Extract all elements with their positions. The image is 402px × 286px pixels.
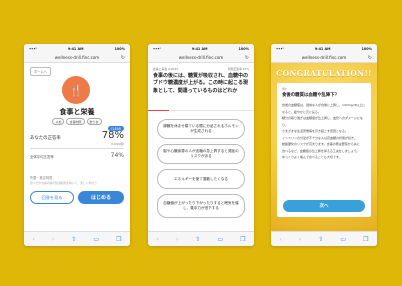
bookmarks-icon[interactable]: ▭ [93,236,99,243]
battery-label: 100% [361,46,372,51]
signal-icon: •••ᐤ [29,46,37,51]
reload-icon[interactable]: ↻ [368,55,372,61]
battery-label: 100% [114,46,125,51]
url-text: wellness-drill.finc.com [178,55,224,60]
status-time: 9:41 AM [314,46,331,51]
note-text: 食べ方や食事内容の知識問題を解いて、楽しく学ぼう [30,181,97,185]
quiz-title: 食事と栄養 [59,108,95,116]
explanation-body: 食後の血糖値は、健常な人が食後に上昇し、140mg/dl以上になると、緩やかに元… [282,102,366,161]
page-content: CONGRATULATION!! 問4 食後の糖質は血糖や乱降下？ 食後の血糖値… [271,63,377,231]
score-label: あなたの正答率 [30,136,61,141]
next-button[interactable]: 次へ [283,200,365,212]
battery-label: 100% [238,46,249,51]
bookmarks-icon[interactable]: ▭ [340,236,346,243]
back-icon[interactable]: ‹ [280,236,282,243]
score-subtext: (10/10問) [110,142,124,146]
tag-pill[interactable]: 飲り食 [86,118,102,125]
back-icon[interactable]: ‹ [157,236,159,243]
address-bar[interactable]: wellness-drill.finc.com ↻ [24,53,130,63]
address-bar[interactable]: wellness-drill.finc.com ↻ [271,53,377,63]
status-bar: •••ᐤ 9:41 AM 100% [148,44,254,53]
reload-icon[interactable]: ↻ [121,55,125,61]
average-value: 74% [110,152,124,159]
answer-option[interactable]: 血糖値が上がったり下がったりすると眠気を催し、集中力が低下する [157,194,245,218]
status-bar: •••ᐤ 9:41 AM 100% [271,44,377,53]
question-text: 食事の後には、糖質が吸収され、血糖中のブドウ糖濃度が上がる。この時に起こる現象と… [153,73,249,94]
tabs-icon[interactable]: ❐ [240,236,245,243]
phone-screen-question: •••ᐤ 9:41 AM 100% wellness-drill.finc.co… [148,44,254,246]
view-answers-button[interactable]: 回答を見る [30,191,74,204]
score-value: 78% [101,130,124,141]
question-meta: 問題正答率 67% [227,67,249,71]
browser-toolbar: ‹ › ⇧ ▭ ❐ [271,231,377,246]
share-icon[interactable]: ⇧ [195,236,200,243]
explanation-line: 糖分の取り過ぎは血糖値が急上昇し、血管へのダメージになり、 [282,116,363,127]
url-text: wellness-drill.finc.com [54,55,100,60]
share-icon[interactable]: ⇧ [318,236,323,243]
explanation-card: 問4 食後の糖質は血糖や乱降下？ 食後の血糖値は、健常な人が食後に上昇し、140… [277,83,371,217]
url-text: wellness-drill.finc.com [301,55,347,60]
back-icon[interactable]: ‹ [33,236,35,243]
signal-icon: •••ᐤ [153,46,161,51]
congratulation-banner: CONGRATULATION!! [276,69,372,78]
explanation-question: 食後の糖質は血糖や乱降下？ [282,93,340,98]
status-bar: •••ᐤ 9:41 AM 100% [24,44,130,53]
home-link[interactable]: ホームへ [30,67,52,76]
forward-icon[interactable]: › [299,236,301,243]
answer-option[interactable]: 脳や心臓疾患の人が血糖の急上昇すると発症のリスクがある [157,144,245,164]
address-bar[interactable]: wellness-drill.finc.com ↻ [148,53,254,63]
explanation-line: ゆっくりよく噛んで食べることも大切です。 [282,155,342,159]
fork-knife-icon: 🍴 [62,76,90,104]
explanation-line: 動脈硬化のリスクが高まります。食事の際は野菜から先に [282,142,360,146]
tabs-icon[interactable]: ❐ [116,236,121,243]
forward-icon[interactable]: › [176,236,178,243]
reload-icon[interactable]: ↻ [245,55,249,61]
progress-fill [148,110,170,112]
forward-icon[interactable]: › [52,236,54,243]
browser-toolbar: ‹ › ⇧ ▭ ❐ [24,231,130,246]
bookmarks-icon[interactable]: ▭ [217,236,223,243]
tag-pill[interactable]: 以前 [52,118,65,125]
tabs-icon[interactable]: ❐ [363,236,368,243]
signal-icon: •••ᐤ [276,46,284,51]
page-content: ホームへ 🍴 食事と栄養 以前 食事制限 飲り食 CLEAR あなたの正答率 7… [24,63,130,231]
status-time: 9:41 AM [191,46,208,51]
question-category: 食事と栄養 ※18/10 [153,67,179,71]
tag-pill[interactable]: 食事制限 [66,118,85,125]
status-time: 9:41 AM [67,46,84,51]
start-button[interactable]: はじめる [78,191,124,204]
page-content: 食事と栄養 ※18/10 問題正答率 67% 食事の後には、糖質が吸収され、血糖… [148,63,254,231]
phone-screen-quiz-intro: •••ᐤ 9:41 AM 100% wellness-drill.finc.co… [24,44,130,246]
answer-option[interactable]: エネルギーを使て運動したくなる [157,169,245,189]
share-icon[interactable]: ⇧ [71,236,76,243]
note-heading: 所要・推定時間 [30,176,53,180]
answer-option[interactable]: 膵臓を休ませ寝ている間に分泌されるホルモンが生成される [157,119,245,139]
tag-list: 以前 食事制限 飲り食 [24,118,130,125]
browser-toolbar: ‹ › ⇧ ▭ ❐ [148,231,254,246]
average-label: 全体平均正答率 [30,155,54,159]
question-header: 食事と栄養 ※18/10 問題正答率 67% [153,67,249,71]
divider [30,148,124,149]
progress-bar [148,110,254,112]
explanation-line: 食後の血糖値は、健常な人が食後に上昇し、140mg/dl以上になると、緩やかに元… [282,103,366,114]
phone-screen-result: •••ᐤ 9:41 AM 100% wellness-drill.finc.co… [271,44,377,246]
question-number: 問4 [282,87,287,91]
